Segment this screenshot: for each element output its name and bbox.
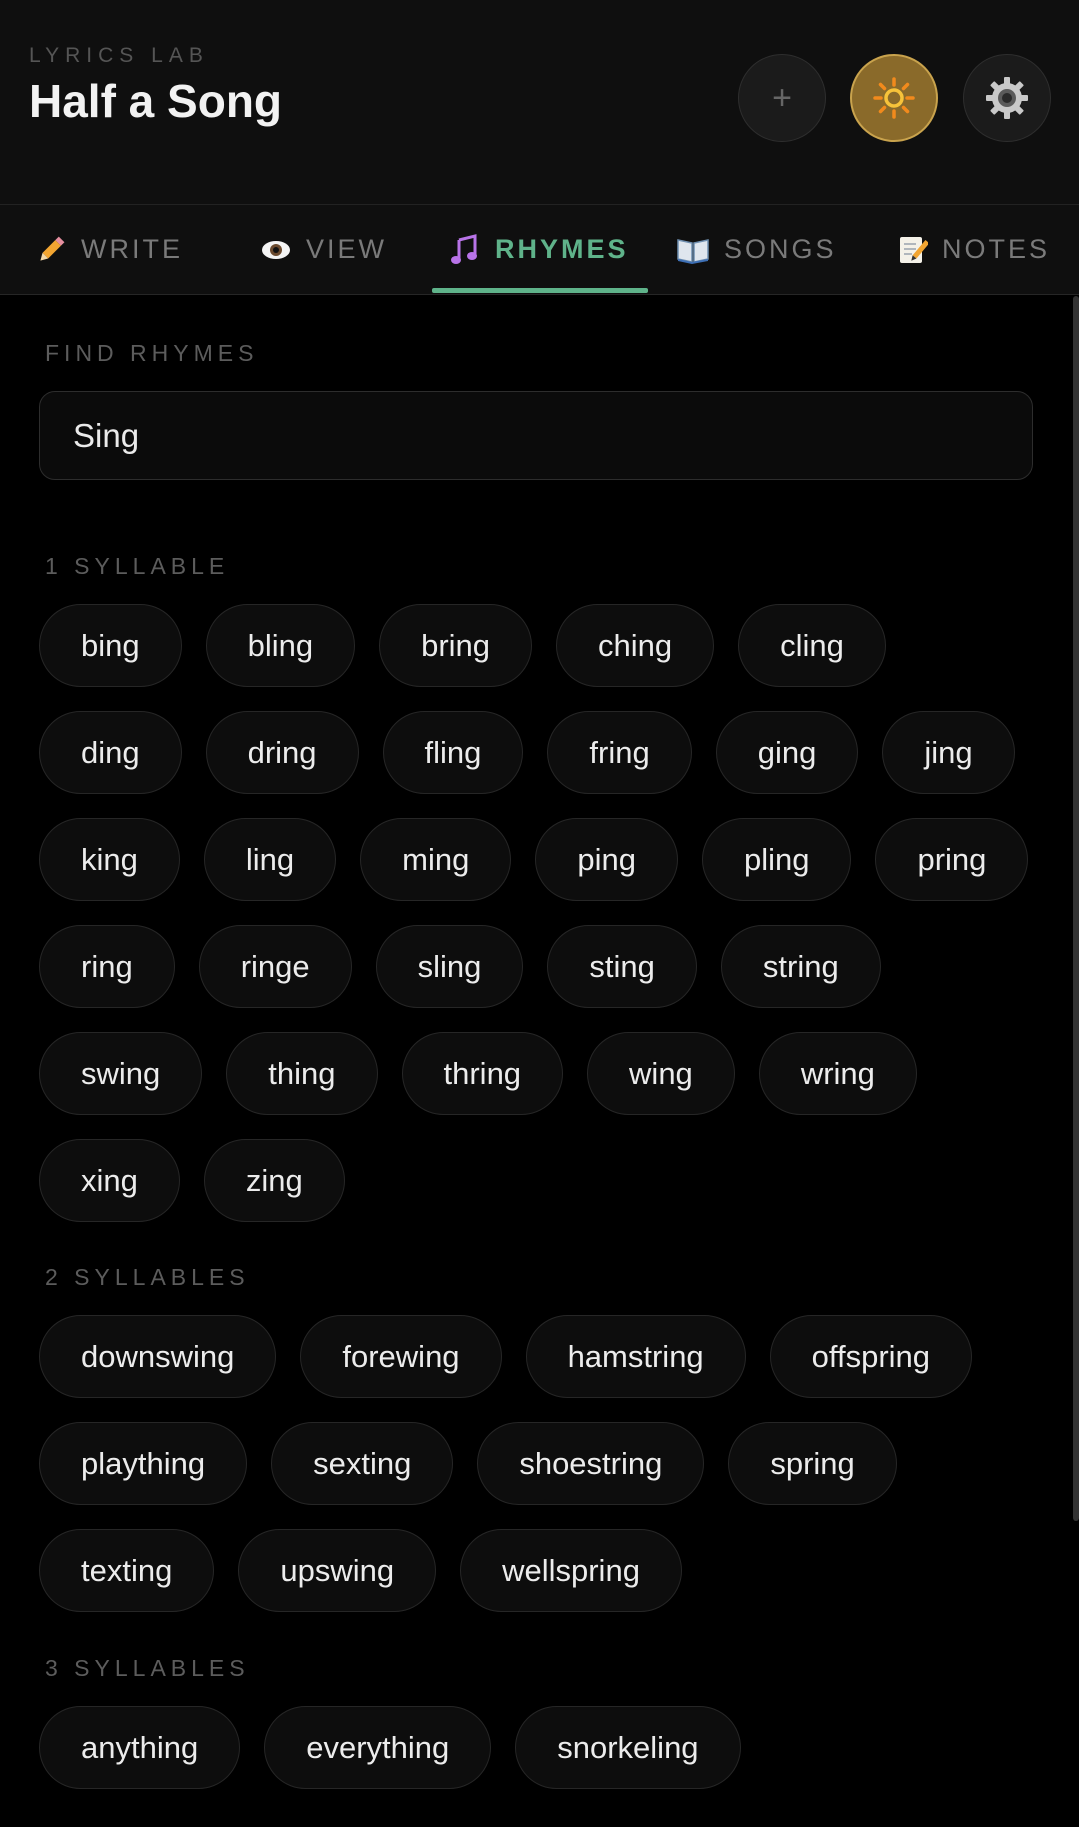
rhyme-chip[interactable]: forewing <box>300 1315 502 1398</box>
eye-icon <box>262 240 290 259</box>
rhyme-chip[interactable]: snorkeling <box>515 1706 741 1789</box>
rhyme-chip[interactable]: downswing <box>39 1315 277 1398</box>
rhyme-chip[interactable]: anything <box>39 1706 241 1789</box>
rhyme-chip[interactable]: fring <box>547 711 692 794</box>
rhyme-search-input[interactable] <box>39 391 1033 480</box>
rhyme-chip[interactable]: cling <box>738 604 886 687</box>
tab-rhymes[interactable]: RHYMES <box>449 205 629 294</box>
app-header: LYRICS LAB Half a Song + <box>0 0 1079 205</box>
rhyme-chip[interactable]: sexting <box>271 1422 454 1505</box>
rhyme-chip[interactable]: plaything <box>39 1422 248 1505</box>
rhyme-chip[interactable]: texting <box>39 1529 215 1612</box>
rhyme-chip[interactable]: pling <box>701 818 852 901</box>
find-rhymes-label: FIND RHYMES <box>45 340 259 366</box>
rhyme-chip[interactable]: string <box>720 925 881 1008</box>
tab-view[interactable]: VIEW <box>260 205 387 294</box>
tab-write-label: WRITE <box>81 234 183 264</box>
theme-toggle-button[interactable] <box>850 54 938 142</box>
rhyme-chip[interactable]: bing <box>39 604 182 687</box>
tab-notes[interactable]: NOTES <box>896 205 1050 294</box>
settings-button[interactable] <box>963 54 1051 142</box>
rhyme-chip[interactable]: bling <box>205 604 356 687</box>
rhyme-chip[interactable]: wellspring <box>460 1529 682 1612</box>
rhyme-chip[interactable]: bring <box>379 604 533 687</box>
rhyme-chip[interactable]: dring <box>205 711 359 794</box>
rhyme-chip[interactable]: ging <box>715 711 859 794</box>
memo-icon <box>900 236 928 263</box>
app-label: LYRICS LAB <box>29 44 209 67</box>
rhyme-chip[interactable]: sling <box>375 925 524 1008</box>
rhyme-chip[interactable]: shoestring <box>477 1422 705 1505</box>
pencil-icon <box>40 236 65 261</box>
rhyme-chip[interactable]: thing <box>226 1032 378 1115</box>
rhyme-chip[interactable]: fling <box>382 711 524 794</box>
plus-icon: + <box>772 78 792 117</box>
gear-icon <box>986 77 1028 119</box>
scrollbar[interactable] <box>1073 296 1079 1521</box>
tab-view-label: VIEW <box>306 234 388 264</box>
rhyme-chip[interactable]: ming <box>360 818 512 901</box>
tab-songs[interactable]: SONGS <box>676 205 837 294</box>
rhyme-chip[interactable]: thring <box>401 1032 564 1115</box>
tab-bar: WRITE VIEW RHYMES SONGS NOTES <box>0 205 1079 295</box>
rhyme-chip[interactable]: offspring <box>769 1315 973 1398</box>
rhyme-chip[interactable]: wing <box>587 1032 735 1115</box>
rhyme-chip[interactable]: ping <box>535 818 678 901</box>
rhyme-chip[interactable]: spring <box>728 1422 897 1505</box>
book-icon <box>677 238 709 264</box>
active-tab-indicator <box>432 288 648 293</box>
rhyme-chip[interactable]: xing <box>39 1139 180 1222</box>
song-title: Half a Song <box>29 75 283 127</box>
sun-icon <box>873 77 915 119</box>
rhyme-chips-2-syllables: downswing forewing hamstring offspring playt… <box>39 1315 1039 1612</box>
group-label-1-syllable: 1 SYLLABLE <box>45 553 230 579</box>
group-label-3-syllables: 3 SYLLABLES <box>45 1655 250 1681</box>
rhyme-chips-1-syllable: bing bling bring ching cling ding dring fling fr… <box>39 604 1039 1222</box>
rhyme-chip[interactable]: ding <box>39 711 182 794</box>
rhyme-chip[interactable]: zing <box>203 1139 345 1222</box>
rhyme-chip[interactable]: hamstring <box>525 1315 746 1398</box>
rhyme-chip[interactable]: wring <box>758 1032 917 1115</box>
add-button[interactable]: + <box>738 54 826 142</box>
rhyme-chip[interactable]: ling <box>203 818 337 901</box>
tab-write[interactable]: WRITE <box>35 205 183 294</box>
rhyme-chip[interactable]: pring <box>875 818 1029 901</box>
rhyme-chip[interactable]: sting <box>547 925 697 1008</box>
tab-songs-label: SONGS <box>724 234 837 264</box>
rhyme-chip[interactable]: swing <box>39 1032 203 1115</box>
rhyme-chip[interactable]: upswing <box>238 1529 437 1612</box>
tab-notes-label: NOTES <box>942 234 1051 264</box>
rhyme-chip[interactable]: ringe <box>198 925 352 1008</box>
rhyme-chip[interactable]: everything <box>264 1706 492 1789</box>
rhyme-chip[interactable]: jing <box>882 711 1015 794</box>
rhyme-chip[interactable]: king <box>39 818 180 901</box>
music-note-icon <box>451 233 477 264</box>
rhyme-chip[interactable]: ching <box>556 604 715 687</box>
group-label-2-syllables: 2 SYLLABLES <box>45 1264 250 1290</box>
tab-rhymes-label: RHYMES <box>495 234 629 264</box>
rhyme-chips-3-syllables: anything everything snorkeling <box>39 1706 1039 1789</box>
rhyme-chip[interactable]: ring <box>39 925 175 1008</box>
